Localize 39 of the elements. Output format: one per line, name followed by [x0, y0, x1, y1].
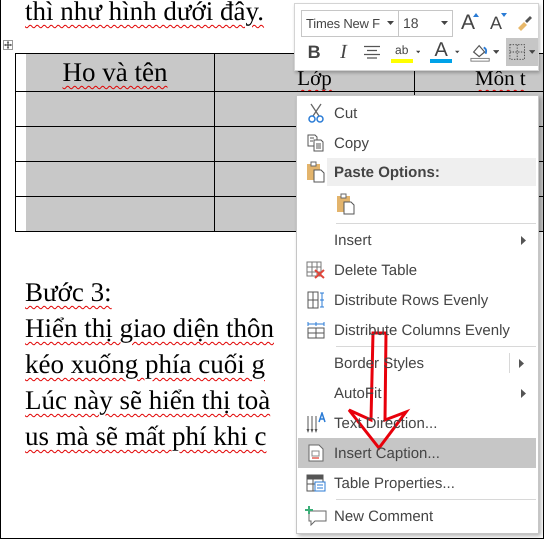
table-header-cell: Ho và tên — [16, 54, 214, 92]
caption-icon — [308, 444, 324, 462]
text-direction-icon — [306, 412, 326, 434]
table-move-handle-icon[interactable] — [3, 40, 13, 50]
align-center-icon — [362, 45, 381, 59]
down-triangle-icon — [501, 13, 507, 17]
clipboard-icon — [306, 161, 326, 183]
borders-icon — [509, 43, 526, 61]
document-text: kéo xuống phía cuối g — [25, 348, 265, 381]
caret-icon[interactable] — [441, 21, 448, 25]
document-text: us mà sẽ mất phí khi c — [25, 420, 266, 453]
document-text: Hiển thị giao diện thôn — [25, 312, 274, 345]
document-text: thì như hình dưới đây. — [25, 0, 264, 24]
menu-item[interactable]: Table Properties... — [298, 468, 536, 498]
distribute-rows-icon — [307, 291, 325, 309]
menu-item[interactable]: Insert Caption... — [298, 438, 536, 468]
distribute-columns-icon — [307, 321, 325, 339]
grow-font-button[interactable]: A — [455, 9, 481, 37]
menu-item[interactable]: Delete Table — [298, 255, 536, 285]
document-text: Bước 3: — [25, 276, 112, 309]
up-triangle-icon — [473, 13, 479, 17]
font-size-field[interactable]: 18 — [398, 10, 453, 36]
menu-section-header: Paste Options: — [327, 158, 536, 186]
menu-item[interactable]: Insert — [298, 225, 536, 255]
copy-icon — [307, 134, 325, 152]
menu-item[interactable]: Distribute Columns Evenly — [298, 315, 536, 345]
shrink-font-button[interactable]: A — [483, 9, 509, 37]
caret-icon[interactable] — [387, 21, 394, 25]
scissors-icon — [307, 103, 325, 123]
menu-item[interactable]: Distribute Rows Evenly — [298, 285, 536, 315]
menu-item[interactable]: Copy — [298, 128, 536, 158]
document-text: Lúc này sẽ hiển thị toà — [25, 384, 270, 417]
table-properties-icon — [306, 474, 326, 492]
menu-item[interactable]: New Comment — [298, 501, 536, 531]
font-name-field[interactable]: Times New F — [301, 10, 399, 36]
new-comment-icon — [305, 506, 327, 526]
table-delete-icon — [306, 261, 326, 279]
menu-item[interactable]: Cut — [298, 98, 536, 128]
borders-button[interactable] — [506, 38, 538, 66]
